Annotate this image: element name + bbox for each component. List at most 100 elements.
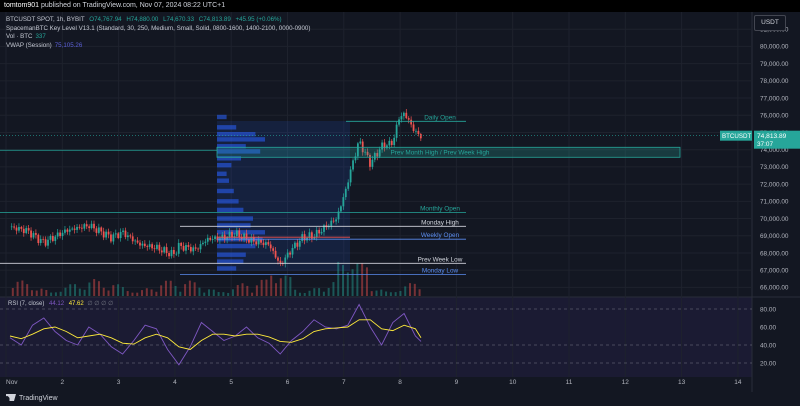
candle-body [143,243,146,247]
volume-bar [313,288,316,296]
volume-bar [356,263,359,296]
volume-bar [246,285,249,296]
chart-area[interactable]: 66,000.00 67,000.00 68,000.00 69,000.00 70,0… [0,12,800,406]
footer: TradingView [0,392,800,406]
candle-body [122,230,124,232]
volume-bar [318,288,321,296]
candle-body [197,248,199,250]
candle-body [97,227,100,233]
candle-body [151,244,154,249]
candle-body [185,245,187,251]
volume-bar [308,290,311,296]
volume-bar [260,279,263,296]
high-value: H74,880.00 [126,16,159,23]
volume-profile-bar [217,125,237,130]
volume-bar [270,275,273,296]
candle-body [22,228,25,234]
candle-body [78,226,81,228]
volume-profile-bar [217,266,237,271]
price-tick-label: 73,000.00 [760,164,789,171]
candle-body [402,112,405,117]
indicator-label[interactable]: SpacemanBTC Key Level V13.1 (Standard, 3… [6,25,310,34]
volume-bar [289,277,292,296]
volume-bar [45,289,48,296]
candle-body [44,239,47,246]
candle-body [88,226,91,229]
volume-profile-bar [217,199,239,204]
volume-bar [399,290,402,296]
volume-bar [265,279,268,296]
candle-body [158,244,161,251]
candle-body [243,233,245,240]
volume-bar [160,285,163,296]
candle-body [49,235,52,240]
candle-body [352,160,354,170]
candle-body [71,228,74,230]
candle-body [286,252,289,258]
candle-body [199,244,202,250]
key-level-label: Monday Low [422,267,459,274]
rsi-tick-label: 20.00 [760,360,776,367]
candle-body [269,244,272,249]
candle-body [342,197,345,207]
chart-svg[interactable]: 66,000.00 67,000.00 68,000.00 69,000.00 70,0… [0,12,800,406]
time-tick-label: 9 [455,379,459,386]
price-tick-label: 66,000.00 [760,285,789,292]
candle-body [160,250,163,253]
candle-body [335,219,337,222]
vwap-label[interactable]: VWAP (Session) [6,42,52,49]
candle-body [349,169,352,183]
candle-body [32,233,35,238]
candle-body [221,234,224,239]
candle-body [206,237,209,242]
candle-body [18,227,20,231]
volume-bar [97,281,100,296]
volume-bar [69,284,72,296]
volume-bar [93,279,96,296]
candle-body [27,228,30,231]
candle-body [388,140,391,146]
volume-bar [389,292,392,296]
candle-body [177,242,180,254]
volume-label[interactable]: Vol · BTC [6,33,32,40]
candle-body [214,236,216,239]
candle-body [139,242,141,246]
time-tick-label: 2 [60,379,64,386]
candle-body [34,233,37,235]
volume-bar [380,289,383,296]
volume-row: Vol · BTC 337 [6,33,310,42]
candle-body [83,224,86,229]
price-tick-label: 76,000.00 [760,113,789,120]
vwap-value: 75,105.26 [54,41,83,49]
rsi-title[interactable]: RSI (7, close) [8,301,44,307]
volume-profile-bar [217,171,227,176]
candle-body [204,241,207,243]
price-tick-label: 80,000.00 [760,44,789,51]
candle-body [56,232,59,237]
candle-body [105,231,108,238]
volume-profile-bar [217,216,253,221]
currency-button[interactable]: USDT [754,15,786,31]
price-tick-label: 67,000.00 [760,267,789,274]
candle-body [131,236,134,242]
candle-body [114,233,117,235]
volume-bar [184,284,187,296]
candle-body [25,228,28,234]
volume-bar [322,291,325,296]
time-tick-label: 12 [622,379,630,386]
volume-bar [179,291,182,296]
candle-body [294,242,296,249]
candle-body [124,230,127,238]
candle-body [64,229,66,233]
volume-bar [342,265,345,296]
symbol-label[interactable]: BTCUSDT SPOT, 1h, BYBIT [6,16,85,23]
candle-body [134,240,137,242]
volume-bar [231,289,234,296]
volume-profile-bar [217,252,246,257]
price-tick-label: 68,000.00 [760,250,789,257]
author-name[interactable]: tomtom901 [4,2,39,9]
candle-body [163,247,166,253]
candle-body [419,134,422,139]
volume-profile-bar [217,137,265,142]
time-tick-label: Nov [6,379,18,386]
